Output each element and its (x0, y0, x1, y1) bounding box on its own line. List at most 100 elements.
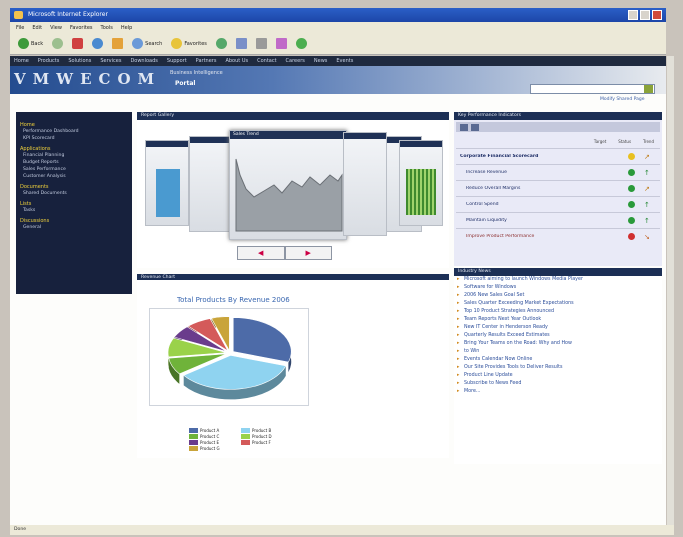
news-more-link[interactable]: More... (454, 388, 662, 396)
pie-slice[interactable] (232, 317, 292, 363)
news-link[interactable]: Team Reports Next Year Outlook (454, 316, 662, 324)
pie-chart (167, 316, 292, 400)
nav-link[interactable]: Performance Dashboard (20, 128, 128, 135)
news-link[interactable]: Subscribe to News Feed (454, 380, 662, 388)
kpi-panel-header: Key Performance Indicators (454, 112, 662, 120)
nav-link[interactable]: KPI Scorecard (20, 135, 128, 142)
forward-button[interactable] (50, 37, 65, 51)
nav-contact[interactable]: Contact (257, 58, 276, 64)
gallery-card-active[interactable]: Sales Trend (229, 130, 347, 240)
gallery-card[interactable] (399, 140, 443, 226)
nav-partners[interactable]: Partners (196, 58, 217, 64)
nav-events[interactable]: Events (336, 58, 353, 64)
kpi-actions-icon[interactable] (471, 123, 479, 131)
nav-home[interactable]: Home (14, 58, 29, 64)
web-page: Home Products Solutions Services Downloa… (10, 56, 666, 527)
carousel-controls: ◀ ▶ (237, 246, 332, 260)
news-link[interactable]: New IT Center in Henderson Ready (454, 324, 662, 332)
status-indicator (628, 153, 635, 160)
trend-arrow-icon: ↑ (644, 216, 650, 225)
stop-button[interactable] (70, 37, 85, 51)
kpi-new-icon[interactable] (460, 123, 468, 131)
home-button[interactable] (110, 37, 125, 51)
kpi-col-status: Status (618, 138, 632, 144)
kpi-row[interactable]: Control Spend ↑ (456, 196, 660, 212)
legend-swatch (189, 434, 198, 439)
kpi-row[interactable]: Maintain Liquidity ↑ (456, 212, 660, 228)
print-button[interactable] (254, 37, 269, 51)
carousel-prev-button[interactable]: ◀ (237, 246, 285, 260)
nav-link[interactable]: General (20, 224, 128, 231)
card-title: Sales Trend (230, 131, 346, 139)
status-bar: Done (10, 525, 674, 535)
news-link[interactable]: to Win (454, 348, 662, 356)
legend-swatch (241, 434, 250, 439)
nav-link[interactable]: Sales Performance (20, 166, 128, 173)
news-link[interactable]: Events Calendar Now Online (454, 356, 662, 364)
back-button[interactable]: Back (16, 37, 45, 51)
nav-link[interactable]: Tasks (20, 207, 128, 214)
close-button[interactable] (652, 10, 662, 20)
news-link[interactable]: Product Line Update (454, 372, 662, 380)
refresh-button[interactable] (90, 37, 105, 51)
search-button[interactable]: Search (130, 37, 164, 51)
window-titlebar: Microsoft Internet Explorer (10, 8, 666, 22)
menu-file[interactable]: File (16, 25, 24, 31)
nav-link[interactable]: Financial Planning (20, 152, 128, 159)
nav-news[interactable]: News (314, 58, 328, 64)
nav-support[interactable]: Support (167, 58, 187, 64)
kpi-row[interactable]: Reduce Overall Margins ↗ (456, 180, 660, 196)
nav-solutions[interactable]: Solutions (68, 58, 91, 64)
news-link[interactable]: Our Site Provides Tools to Deliver Resul… (454, 364, 662, 372)
menu-edit[interactable]: Edit (32, 25, 42, 31)
history-button[interactable] (214, 37, 229, 51)
news-link[interactable]: Bring Your Teams on the Road: Why and Ho… (454, 340, 662, 348)
nav-link[interactable]: Shared Documents (20, 190, 128, 197)
trend-arrow-icon: ↑ (644, 168, 650, 177)
carousel-next-button[interactable]: ▶ (284, 246, 332, 260)
nav-products[interactable]: Products (38, 58, 60, 64)
kpi-row[interactable]: Increase Revenue ↑ (456, 164, 660, 180)
nav-downloads[interactable]: Downloads (130, 58, 157, 64)
kpi-column-headers: Target Status Trend (456, 136, 660, 146)
news-link[interactable]: Microsoft aiming to launch Windows Media… (454, 276, 662, 284)
gallery-card[interactable] (189, 136, 233, 232)
kpi-table: Corporate Financial Scorecard ↗ Increase … (456, 148, 660, 244)
modify-page-link[interactable]: Modify Shared Page (600, 97, 645, 102)
gallery-card[interactable] (343, 132, 387, 236)
news-link[interactable]: Quarterly Results Exceed Estimates (454, 332, 662, 340)
maximize-button[interactable] (640, 10, 650, 20)
menu-favorites[interactable]: Favorites (70, 25, 93, 31)
legend-entry: Product A (189, 428, 237, 433)
site-search-button[interactable] (644, 85, 653, 93)
news-link[interactable]: Software for Windows (454, 284, 662, 292)
vertical-scrollbar[interactable] (667, 56, 674, 527)
site-search-input[interactable] (530, 84, 655, 94)
trend-arrow-icon: ↘ (644, 232, 650, 241)
report-carousel: Sales Trend ◀ ▶ (137, 120, 449, 268)
menu-tools[interactable]: Tools (101, 25, 113, 31)
news-link[interactable]: 2006 New Sales Goal Set (454, 292, 662, 300)
menu-help[interactable]: Help (121, 25, 132, 31)
nav-link[interactable]: Budget Reports (20, 159, 128, 166)
favorites-button[interactable]: Favorites (169, 37, 209, 51)
edit-button[interactable] (274, 37, 289, 51)
kpi-row[interactable]: Improve Product Performance ↘ (456, 228, 660, 244)
trend-arrow-icon: ↗ (644, 152, 650, 161)
nav-link[interactable]: Customer Analysis (20, 173, 128, 180)
news-link[interactable]: Sales Quarter Exceeding Market Expectati… (454, 300, 662, 308)
kpi-panel: Target Status Trend Corporate Financial … (454, 120, 662, 266)
minimize-button[interactable] (628, 10, 638, 20)
nav-services[interactable]: Services (100, 58, 121, 64)
gallery-card[interactable] (145, 140, 189, 226)
nav-careers[interactable]: Careers (286, 58, 305, 64)
edit-icon (275, 38, 287, 49)
menu-view[interactable]: View (50, 25, 62, 31)
legend-swatch (189, 440, 198, 445)
nav-about[interactable]: About Us (225, 58, 248, 64)
news-link[interactable]: Top 10 Product Strategies Announced (454, 308, 662, 316)
site-logo[interactable]: VMWECOM (14, 70, 161, 88)
kpi-row[interactable]: Corporate Financial Scorecard ↗ (456, 148, 660, 164)
mail-button[interactable] (234, 37, 249, 51)
messenger-button[interactable] (294, 37, 309, 51)
